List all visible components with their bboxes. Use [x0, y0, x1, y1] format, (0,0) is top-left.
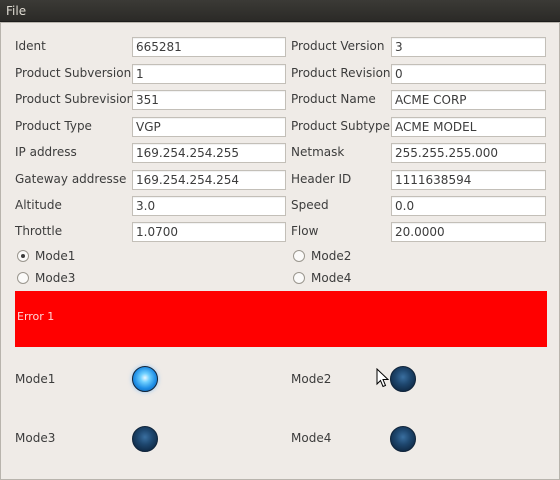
product-subtype-label: Product Subtype	[291, 119, 391, 133]
product-version-field[interactable]: 3	[391, 37, 546, 57]
mode3-radio-label: Mode3	[35, 271, 76, 285]
product-subversion-label: Product Subversion	[15, 66, 132, 80]
ip-address-label: IP address	[15, 145, 77, 159]
ident-label: Ident	[15, 39, 46, 53]
product-subrevision-label: Product Subrevision	[15, 92, 135, 106]
product-type-field[interactable]: VGP	[132, 117, 286, 137]
product-name-field[interactable]: ACME CORP	[391, 90, 546, 110]
mode4-indicator-label: Mode4	[291, 431, 332, 445]
error-message: Error 1	[17, 310, 55, 323]
product-subversion-field[interactable]: 1	[132, 64, 286, 84]
mouse-cursor-icon	[376, 368, 390, 388]
mode1-led-icon	[132, 366, 158, 392]
ident-field[interactable]: 665281	[132, 37, 286, 57]
netmask-field[interactable]: 255.255.255.000	[391, 143, 546, 163]
mode3-led-icon	[132, 426, 158, 452]
mode2-indicator-label: Mode2	[291, 372, 332, 386]
speed-label: Speed	[291, 198, 329, 212]
mode2-radio[interactable]: Mode2	[293, 247, 351, 265]
netmask-label: Netmask	[291, 145, 345, 159]
mode2-radio-indicator[interactable]	[293, 250, 305, 262]
mode3-radio[interactable]: Mode3	[17, 269, 75, 287]
gateway-field[interactable]: 169.254.254.254	[132, 170, 286, 190]
product-subrevision-field[interactable]: 351	[132, 90, 286, 110]
product-revision-field[interactable]: 0	[391, 64, 546, 84]
speed-field[interactable]: 0.0	[391, 196, 546, 216]
main-panel: Ident 665281 Product Version 3 Product S…	[0, 22, 560, 480]
header-id-label: Header ID	[291, 172, 352, 186]
mode1-indicator-label: Mode1	[15, 372, 56, 386]
throttle-label: Throttle	[15, 224, 63, 238]
header-id-field[interactable]: 1111638594	[391, 170, 546, 190]
menu-bar: File	[0, 0, 560, 22]
throttle-field[interactable]: 1.0700	[132, 222, 286, 242]
altitude-label: Altitude	[15, 198, 62, 212]
mode4-radio-label: Mode4	[311, 271, 352, 285]
product-type-label: Product Type	[15, 119, 92, 133]
mode3-radio-indicator[interactable]	[17, 272, 29, 284]
mode2-led-icon	[390, 366, 416, 392]
product-name-label: Product Name	[291, 92, 376, 106]
mode4-led-icon	[390, 426, 416, 452]
mode2-radio-label: Mode2	[311, 249, 352, 263]
mode1-radio-label: Mode1	[35, 249, 76, 263]
flow-label: Flow	[291, 224, 319, 238]
product-revision-label: Product Revision	[291, 66, 391, 80]
gateway-label: Gateway addresse	[15, 172, 127, 186]
mode1-radio-indicator[interactable]	[17, 250, 29, 262]
mode1-radio[interactable]: Mode1	[17, 247, 75, 265]
ip-address-field[interactable]: 169.254.254.255	[132, 143, 286, 163]
mode4-radio[interactable]: Mode4	[293, 269, 351, 287]
error-banner: Error 1	[15, 291, 547, 347]
product-version-label: Product Version	[291, 39, 385, 53]
mode4-radio-indicator[interactable]	[293, 272, 305, 284]
altitude-field[interactable]: 3.0	[132, 196, 286, 216]
mode3-indicator-label: Mode3	[15, 431, 56, 445]
product-subtype-field[interactable]: ACME MODEL	[391, 117, 546, 137]
flow-field[interactable]: 20.0000	[391, 222, 546, 242]
menu-file[interactable]: File	[4, 3, 28, 19]
